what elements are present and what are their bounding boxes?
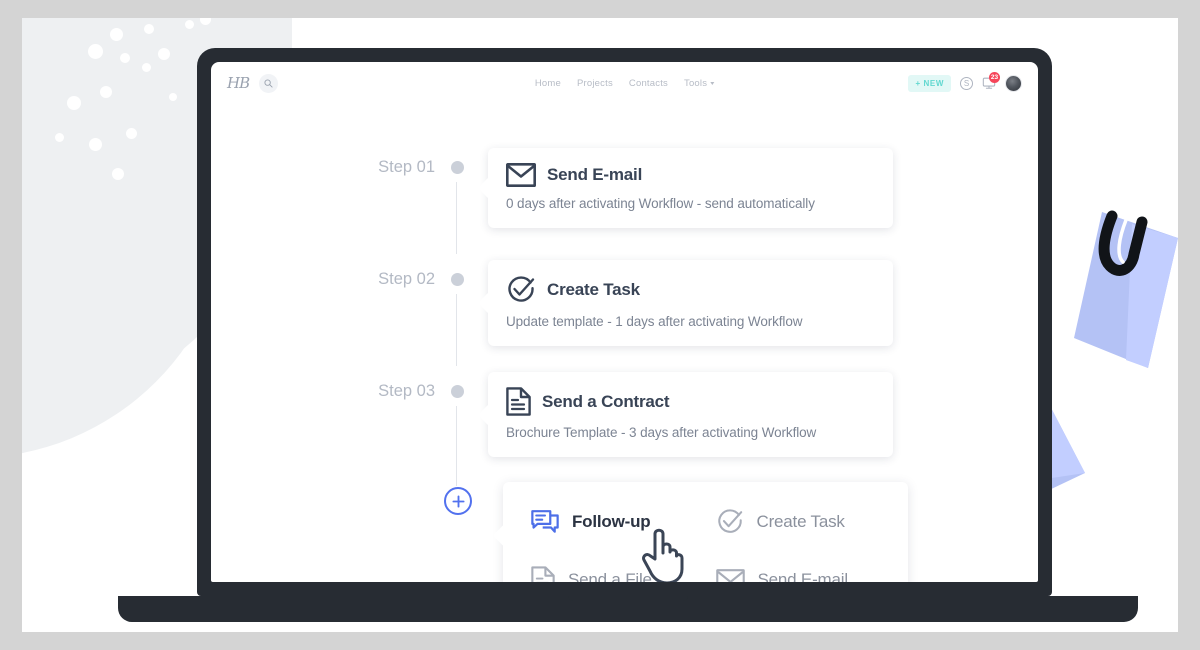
add-step-button[interactable] [444, 487, 472, 515]
envelope-icon [506, 163, 536, 187]
avatar[interactable] [1005, 74, 1022, 92]
nav-label: Home [534, 77, 561, 89]
menu-item-label: Create Task [756, 512, 845, 531]
paperclip-document-illustration [1074, 210, 1178, 368]
nav-item-tools[interactable]: Tools [683, 77, 715, 89]
laptop-base [118, 596, 1138, 622]
chat-bubbles-icon [531, 510, 559, 533]
menu-item-label: Send E-mail [757, 570, 849, 582]
card-subtitle: Brochure Template - 3 days after activat… [506, 425, 817, 440]
card-title: Send a Contract [542, 391, 670, 411]
nav-item-contacts[interactable]: Contacts [629, 78, 668, 89]
card-title: Send E-mail [547, 165, 643, 184]
workflow-step: Step 01 Send E-mail 0 days after activat… [351, 148, 893, 228]
card-header: Send E-mail [506, 163, 875, 187]
step-dot[interactable] [451, 161, 464, 174]
nav-item-home[interactable]: Home [535, 78, 561, 89]
dollar-icon[interactable]: S [960, 76, 973, 90]
card-title: Create Task [547, 280, 640, 299]
check-circle-icon [717, 509, 742, 533]
laptop-device: HB Home Projects Contacts Tools + NEW S … [197, 48, 1052, 596]
topbar-actions: + NEW S 23 [908, 71, 1022, 92]
step-dot[interactable] [451, 385, 464, 398]
card-header: Create Task [506, 275, 875, 305]
workflow-step: Step 02 Create Task Update template - 1 … [351, 260, 893, 346]
check-circle-icon [508, 276, 535, 302]
menu-item-create-task[interactable]: Create Task [716, 508, 887, 536]
laptop-screen: HB Home Projects Contacts Tools + NEW S … [211, 62, 1038, 582]
document-icon [531, 566, 555, 582]
step-label: Step 02 [378, 270, 435, 288]
card-header: Send a Contract [506, 387, 875, 416]
nav-item-projects[interactable]: Projects [577, 78, 613, 89]
app-logo[interactable]: HB [227, 74, 250, 92]
menu-item-label: Follow-up [572, 512, 651, 531]
workflow-canvas: Step 01 Send E-mail 0 days after activat… [211, 104, 1038, 582]
add-step-row: Follow-up Create Task Send a File Send E… [351, 482, 908, 582]
app-topbar: HB Home Projects Contacts Tools + NEW S … [211, 62, 1038, 104]
chevron-down-icon [710, 81, 715, 85]
nav-label: Tools [683, 77, 708, 89]
nav-label: Projects [576, 77, 613, 89]
new-button[interactable]: + NEW [908, 74, 951, 92]
step-dot[interactable] [451, 273, 464, 286]
brand-group: HB [227, 73, 279, 93]
plus-icon [451, 494, 465, 508]
step-label: Step 03 [378, 382, 435, 400]
card-subtitle: 0 days after activating Workflow - send … [506, 196, 815, 211]
step-label: Step 01 [378, 158, 435, 176]
workflow-step-card[interactable]: Create Task Update template - 1 days aft… [488, 260, 893, 346]
notifications-button[interactable]: 23 [982, 71, 1000, 91]
menu-item-send-email[interactable]: Send E-mail [715, 566, 887, 582]
workflow-step-card[interactable]: Send a Contract Brochure Template - 3 da… [488, 372, 893, 457]
envelope-icon [715, 568, 745, 582]
workflow-step: Step 03 Send a Contract Brochure Templat… [351, 372, 893, 457]
hand-cursor [642, 528, 684, 582]
action-menu-card: Follow-up Create Task Send a File Send E… [503, 482, 908, 582]
search-icon[interactable] [259, 73, 279, 93]
nav-label: Contacts [628, 77, 668, 89]
card-subtitle: Update template - 1 days after activatin… [506, 314, 803, 329]
notifications-badge: 23 [989, 71, 1000, 83]
main-nav: Home Projects Contacts Tools [535, 77, 715, 89]
action-menu-grid: Follow-up Create Task Send a File Send E… [531, 508, 886, 582]
workflow-step-card[interactable]: Send E-mail 0 days after activating Work… [488, 148, 893, 228]
document-icon [506, 387, 531, 416]
step-label-placeholder [351, 482, 451, 492]
page-canvas: HB Home Projects Contacts Tools + NEW S … [22, 18, 1178, 632]
